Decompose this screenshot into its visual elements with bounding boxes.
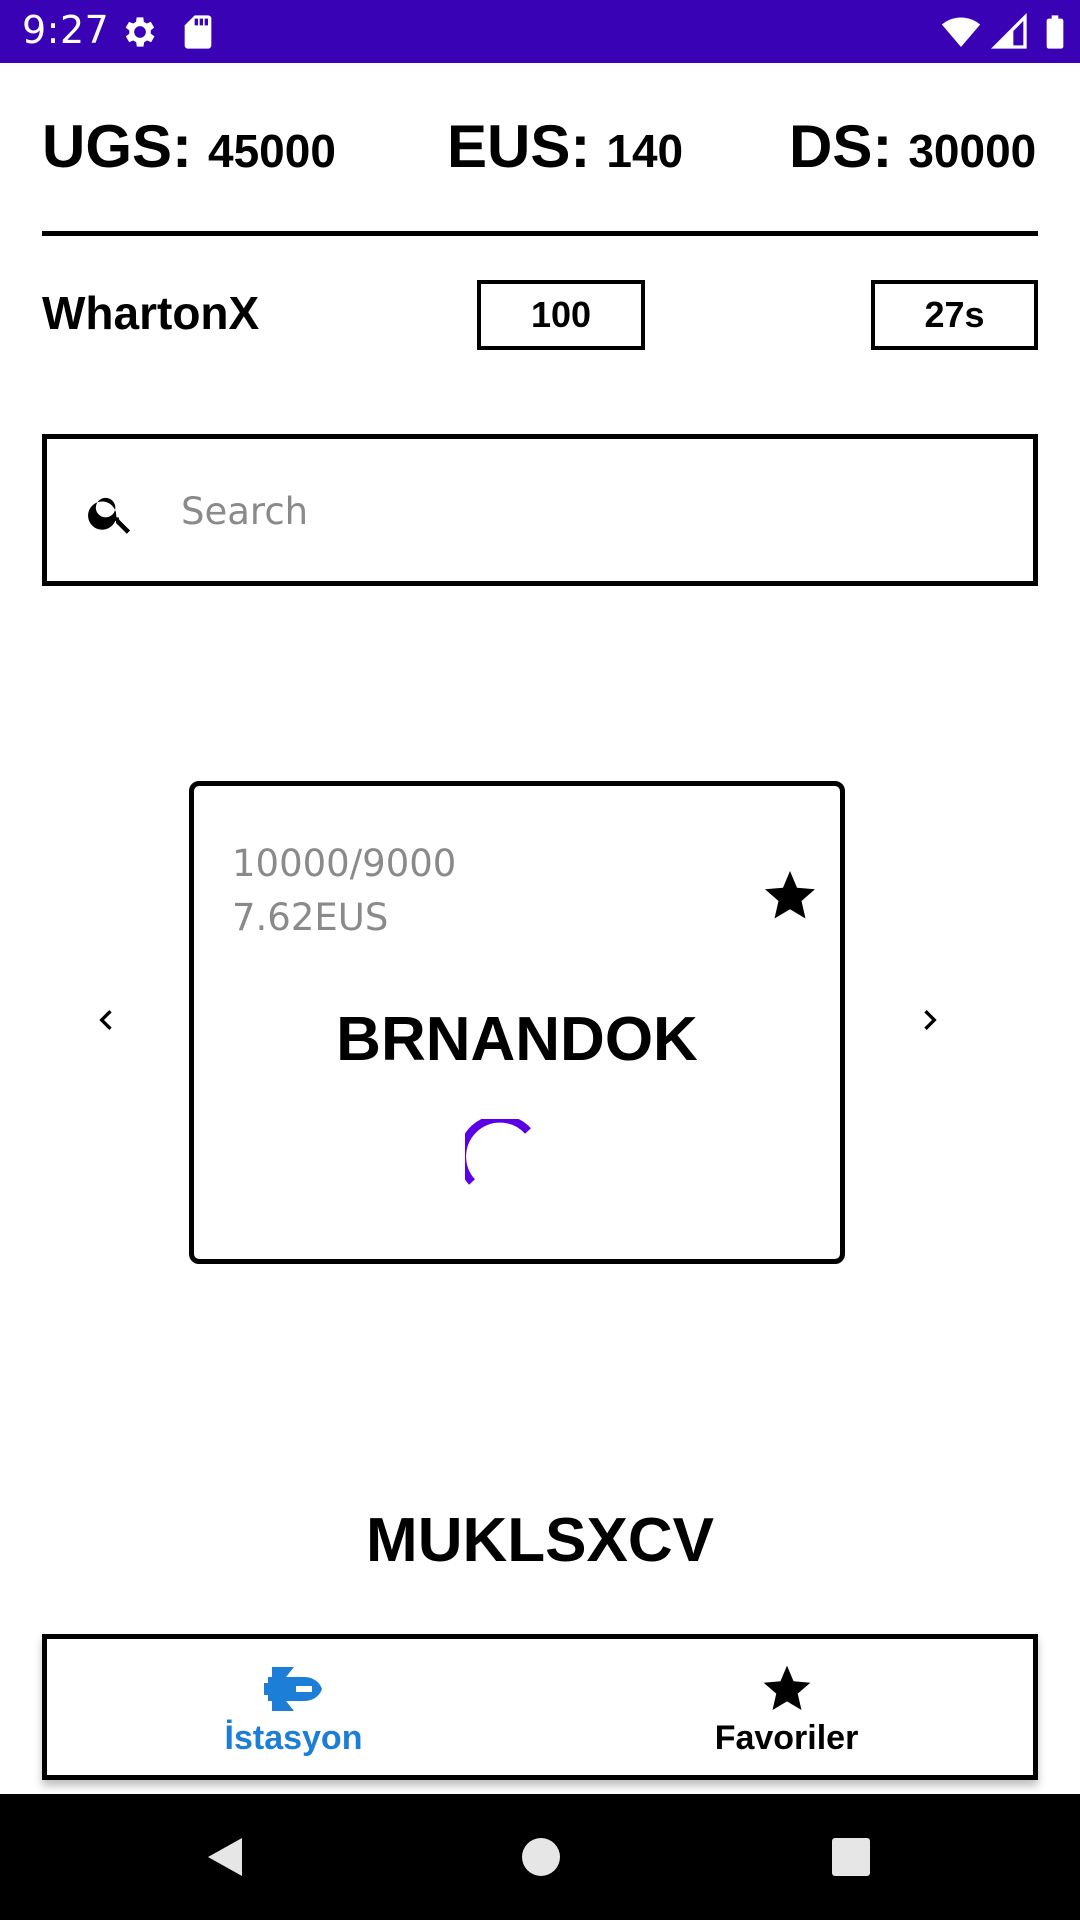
home-icon[interactable] [518,1834,564,1880]
signal-icon [990,12,1027,49]
space-shuttle-icon [263,1667,322,1711]
ds-label: DS: [789,113,893,180]
tab-favoriler-label: Favoriler [714,1719,859,1757]
tab-istasyon-label: İstasyon [224,1719,363,1757]
username: WhartonX [42,287,260,339]
timer-box: 27s [871,280,1038,350]
station-price: 7.62EUS [232,896,389,939]
next-station-button[interactable] [900,990,960,1050]
search-icon [88,497,131,534]
score-box: 100 [477,280,645,350]
top-divider [42,231,1038,236]
tab-favoriler[interactable]: Favoriler [540,1639,1033,1775]
favorite-star-icon[interactable] [760,866,820,926]
ugs-value: 45000 [208,125,336,177]
back-icon[interactable] [202,1834,248,1880]
previous-station-button[interactable] [76,990,136,1050]
station-capacity: 10000/9000 [232,842,457,885]
ds-stat: DS: 30000 [789,112,1036,192]
search-input[interactable] [181,479,981,543]
eus-value: 140 [606,125,684,177]
status-bar: 9:27 [0,0,1080,63]
bottom-navigation: İstasyon Favoriler [42,1634,1038,1780]
recents-icon[interactable] [828,1834,874,1880]
station-name: BRNANDOK [336,1005,698,1074]
gear-icon [125,17,155,47]
eus-label: EUS: [447,113,591,180]
chevron-right-icon [924,1010,937,1030]
ugs-stat: UGS: 45000 [42,112,336,192]
battery-icon [1046,15,1064,49]
chevron-left-icon [99,1010,112,1030]
wifi-icon [941,17,981,47]
next-station-name[interactable]: MUKLSXCV [0,1505,1080,1576]
eus-stat: EUS: 140 [447,112,683,192]
sd-card-icon [184,15,212,49]
station-card[interactable]: 10000/9000 7.62EUS BRNANDOK [189,781,845,1264]
ugs-label: UGS: [42,113,192,180]
status-time: 9:27 [22,8,110,52]
tab-istasyon[interactable]: İstasyon [47,1639,540,1775]
system-navigation-bar [0,1794,1080,1920]
loading-spinner [465,1119,531,1185]
ds-value: 30000 [908,125,1037,177]
search-box[interactable] [42,434,1038,586]
star-icon [763,1665,810,1710]
